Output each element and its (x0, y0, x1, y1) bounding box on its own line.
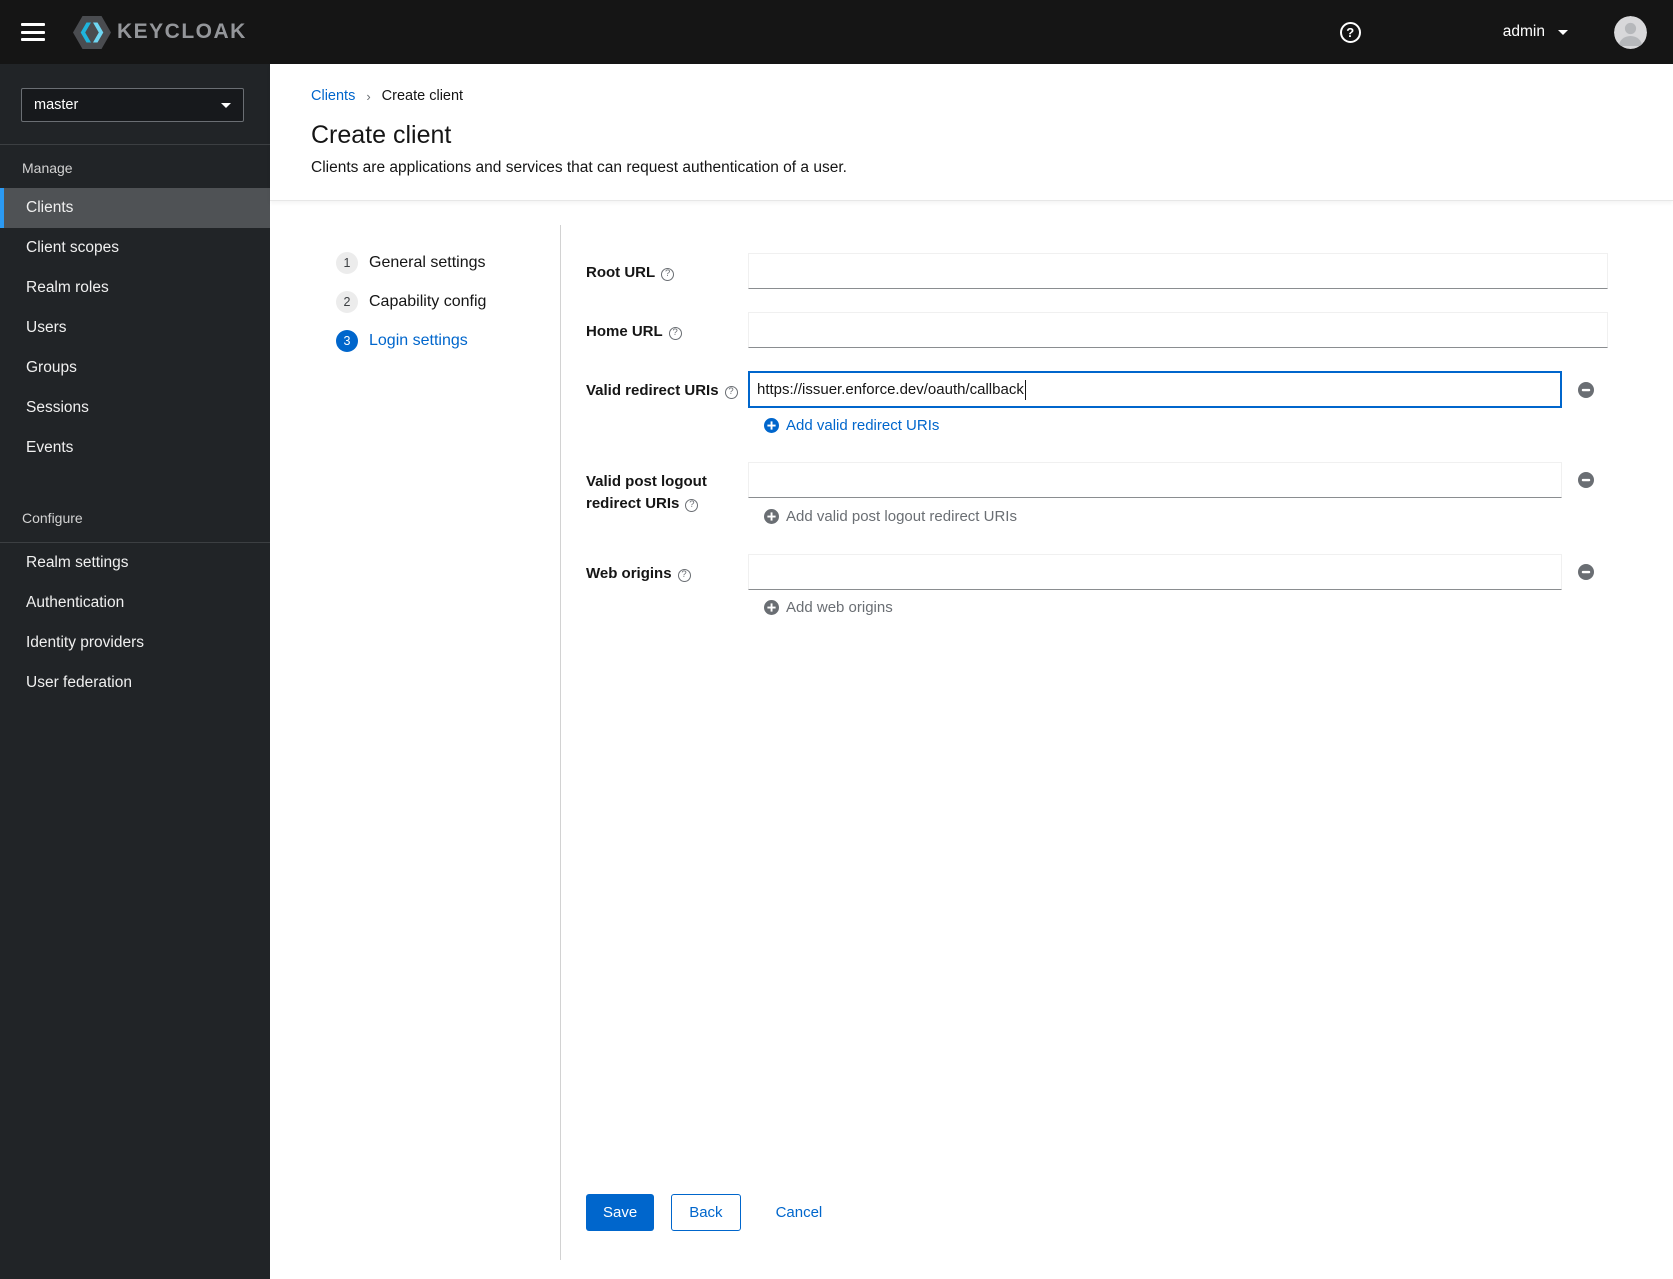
sidebar-item-events[interactable]: Events (0, 428, 270, 468)
home-url-row: Home URL? (586, 312, 1673, 348)
hamburger-menu-icon[interactable] (21, 23, 45, 41)
wizard-steps-nav: 1 General settings 2 Capability config 3… (270, 201, 560, 1279)
wizard-step-capability-config[interactable]: 2 Capability config (336, 291, 560, 313)
post-logout-redirect-uris-label: Valid post logout redirect URIs? (586, 473, 707, 512)
question-help-icon[interactable]: ? (668, 326, 682, 340)
plus-circle-icon (764, 600, 779, 615)
page-title: Create client (311, 121, 452, 149)
avatar-placeholder-icon (1614, 15, 1647, 49)
web-origins-row: Web origins? Add web origins (586, 554, 1673, 616)
brand-name: KEYCLOAK (117, 20, 247, 43)
sidebar-item-identity-providers[interactable]: Identity providers (0, 623, 270, 663)
masthead-toolbar: ? admin (1339, 15, 1673, 49)
sidebar-item-realm-roles[interactable]: Realm roles (0, 268, 270, 308)
save-button[interactable]: Save (586, 1194, 655, 1231)
sidebar-item-users[interactable]: Users (0, 308, 270, 348)
nav-group-configure: Configure (22, 510, 83, 526)
valid-redirect-uris-row: Valid redirect URIs? https://issuer.enfo… (586, 371, 1673, 434)
root-url-label: Root URL? (586, 253, 748, 289)
sidebar-item-realm-settings[interactable]: Realm settings (0, 543, 270, 583)
post-logout-redirect-uris-input[interactable] (748, 462, 1562, 498)
add-valid-redirect-uri-button[interactable]: Add valid redirect URIs (764, 417, 939, 434)
valid-redirect-uris-input[interactable]: https://issuer.enforce.dev/oauth/callbac… (748, 371, 1562, 408)
form-actions: Save Back Cancel (586, 1194, 1673, 1231)
page-header: Clients › Create client Create client Cl… (270, 64, 1673, 201)
back-button[interactable]: Back (671, 1194, 741, 1231)
root-url-row: Root URL? (586, 253, 1673, 289)
home-url-input[interactable] (748, 312, 1608, 348)
step-2-indicator: 2 (336, 291, 358, 313)
step-1-indicator: 1 (336, 252, 358, 274)
web-origins-input[interactable] (748, 554, 1562, 590)
minus-circle-icon[interactable] (1578, 381, 1594, 398)
plus-circle-icon (764, 509, 779, 524)
question-help-icon[interactable]: ? (724, 385, 738, 399)
root-url-input[interactable] (748, 253, 1608, 289)
web-origins-label: Web origins? (586, 554, 748, 616)
question-help-icon[interactable]: ? (685, 498, 699, 512)
user-dropdown[interactable]: admin (1503, 23, 1568, 41)
wizard: 1 General settings 2 Capability config 3… (270, 201, 1673, 1279)
question-help-icon[interactable]: ? (677, 568, 691, 582)
sidebar-item-sessions[interactable]: Sessions (0, 388, 270, 428)
masthead: KEYCLOAK ? admin (0, 0, 1673, 64)
add-web-origin-button[interactable]: Add web origins (764, 599, 893, 616)
wizard-step-login-settings[interactable]: 3 Login settings (336, 330, 560, 352)
sidebar-item-authentication[interactable]: Authentication (0, 583, 270, 623)
sidebar-item-clients[interactable]: Clients (0, 188, 270, 228)
login-settings-form: Root URL? Home URL? Valid redirect URIs? (560, 225, 1673, 1260)
avatar[interactable] (1614, 15, 1647, 49)
realm-selector-value: master (34, 97, 79, 113)
text-cursor (1024, 379, 1027, 400)
keycloak-logo-icon (73, 15, 111, 49)
valid-redirect-uris-label: Valid redirect URIs? (586, 371, 748, 434)
minus-circle-icon[interactable] (1578, 472, 1594, 488)
help-icon[interactable]: ? (1339, 21, 1361, 43)
username: admin (1502, 23, 1545, 40)
breadcrumb-clients-link[interactable]: Clients (311, 88, 355, 104)
breadcrumb-chevron-icon: › (366, 88, 371, 104)
add-post-logout-redirect-uri-button[interactable]: Add valid post logout redirect URIs (764, 508, 1017, 525)
realm-selector[interactable]: master (21, 88, 244, 122)
main-content: Clients › Create client Create client Cl… (270, 64, 1673, 1279)
breadcrumb: Clients › Create client (311, 88, 1673, 104)
plus-circle-icon (764, 418, 779, 433)
post-logout-redirect-uris-row: Valid post logout redirect URIs? Add val… (586, 462, 1673, 525)
home-url-label: Home URL? (586, 312, 748, 348)
wizard-step-general-settings[interactable]: 1 General settings (336, 252, 560, 274)
caret-down-icon (1558, 29, 1568, 35)
nav-group-manage: Manage (22, 160, 73, 176)
minus-circle-icon[interactable] (1578, 564, 1594, 580)
keycloak-logo: KEYCLOAK (73, 15, 247, 49)
step-3-indicator: 3 (336, 330, 358, 352)
cancel-button[interactable]: Cancel (776, 1194, 823, 1231)
sidebar-item-user-federation[interactable]: User federation (0, 663, 270, 703)
sidebar-item-groups[interactable]: Groups (0, 348, 270, 388)
sidebar: master Manage Clients Client scopes Real… (0, 64, 270, 1279)
sidebar-item-client-scopes[interactable]: Client scopes (0, 228, 270, 268)
page-description: Clients are applications and services th… (311, 159, 847, 176)
breadcrumb-current: Create client (381, 88, 464, 104)
question-help-icon[interactable]: ? (661, 267, 675, 281)
caret-down-icon (221, 102, 231, 108)
